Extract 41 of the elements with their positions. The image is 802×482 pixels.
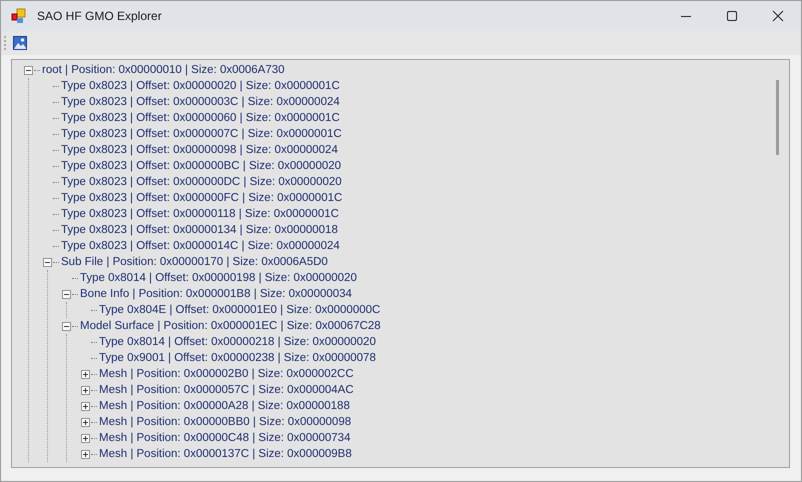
collapse-icon[interactable] bbox=[43, 258, 52, 266]
tree-node[interactable]: Type 0x8023 | Offset: 0x000000BC | Size: 0x00000020 bbox=[61, 160, 342, 172]
collapse-icon[interactable] bbox=[62, 290, 71, 298]
collapse-icon[interactable] bbox=[62, 322, 71, 330]
tree-node[interactable]: Type 0x8023 | Offset: 0x0000003C | Size: 0x00000024 bbox=[61, 96, 340, 108]
tree-node[interactable]: Mesh | Position: 0x00000C48 | Size: 0x00000734 bbox=[99, 432, 350, 444]
app-icon bbox=[11, 8, 27, 24]
expand-icon[interactable] bbox=[81, 402, 90, 410]
expand-icon[interactable] bbox=[81, 370, 90, 378]
tree-node[interactable]: Mesh | Position: 0x0000057C | Size: 0x000004AC bbox=[99, 384, 354, 396]
tree-node[interactable]: Mesh | Position: 0x00000BB0 | Size: 0x00000098 bbox=[99, 416, 352, 428]
tree-node[interactable]: Type 0x8023 | Offset: 0x00000134 | Size: 0x00000018 bbox=[61, 224, 338, 236]
collapse-icon[interactable] bbox=[24, 66, 33, 74]
maximize-icon[interactable] bbox=[726, 10, 738, 22]
image-icon[interactable] bbox=[13, 36, 27, 50]
tree-node[interactable]: Model Surface | Position: 0x000001EC | Size: 0x00067C28 bbox=[80, 320, 381, 332]
tree-node[interactable]: Type 0x8023 | Offset: 0x0000007C | Size: 0x0000001C bbox=[61, 128, 342, 140]
tree-node[interactable]: Bone Info | Position: 0x000001B8 | Size: 0x00000034 bbox=[80, 288, 352, 300]
window-title: SAO HF GMO Explorer bbox=[37, 9, 162, 23]
tree-node[interactable]: Mesh | Position: 0x000002B0 | Size: 0x000002CC bbox=[99, 368, 354, 380]
tree-node[interactable]: Type 0x8014 | Offset: 0x00000198 | Size: 0x00000020 bbox=[80, 272, 357, 284]
tree-node[interactable]: Type 0x8023 | Offset: 0x00000020 | Size: 0x0000001C bbox=[61, 80, 340, 92]
expand-icon[interactable] bbox=[81, 450, 90, 458]
tree-node[interactable]: Type 0x8014 | Offset: 0x00000218 | Size: 0x00000020 bbox=[99, 336, 376, 348]
scrollbar-thumb[interactable] bbox=[776, 80, 779, 155]
tree-node[interactable]: Type 0x8023 | Offset: 0x00000098 | Size: 0x00000024 bbox=[61, 144, 338, 156]
tree-node[interactable]: Type 0x8023 | Offset: 0x00000118 | Size: 0x0000001C bbox=[61, 208, 339, 220]
tree-node[interactable]: Type 0x8023 | Offset: 0x00000060 | Size: 0x0000001C bbox=[61, 112, 340, 124]
tree-node[interactable]: Type 0x9001 | Offset: 0x00000238 | Size: 0x00000078 bbox=[99, 352, 376, 364]
tree-node[interactable]: Mesh | Position: 0x00000A28 | Size: 0x00000188 bbox=[99, 400, 350, 412]
expand-icon[interactable] bbox=[81, 418, 90, 426]
expand-icon[interactable] bbox=[81, 434, 90, 442]
tree-node[interactable]: root | Position: 0x00000010 | Size: 0x0006A730 bbox=[42, 64, 285, 76]
tree-node[interactable]: Type 0x804E | Offset: 0x000001E0 | Size: 0x0000000C bbox=[99, 304, 380, 316]
expand-icon[interactable] bbox=[81, 386, 90, 394]
tree-node[interactable]: Type 0x8023 | Offset: 0x000000DC | Size: 0x00000020 bbox=[61, 176, 342, 188]
close-icon[interactable] bbox=[772, 10, 784, 22]
tree-node[interactable]: Type 0x8023 | Offset: 0x000000FC | Size: 0x0000001C bbox=[61, 192, 342, 204]
tree-node[interactable]: Type 0x8023 | Offset: 0x0000014C | Size: 0x00000024 bbox=[61, 240, 340, 252]
tree-node[interactable]: Mesh | Position: 0x0000137C | Size: 0x000009B8 bbox=[99, 448, 352, 460]
tree-node[interactable]: Sub File | Position: 0x00000170 | Size: 0x0006A5D0 bbox=[61, 256, 328, 268]
